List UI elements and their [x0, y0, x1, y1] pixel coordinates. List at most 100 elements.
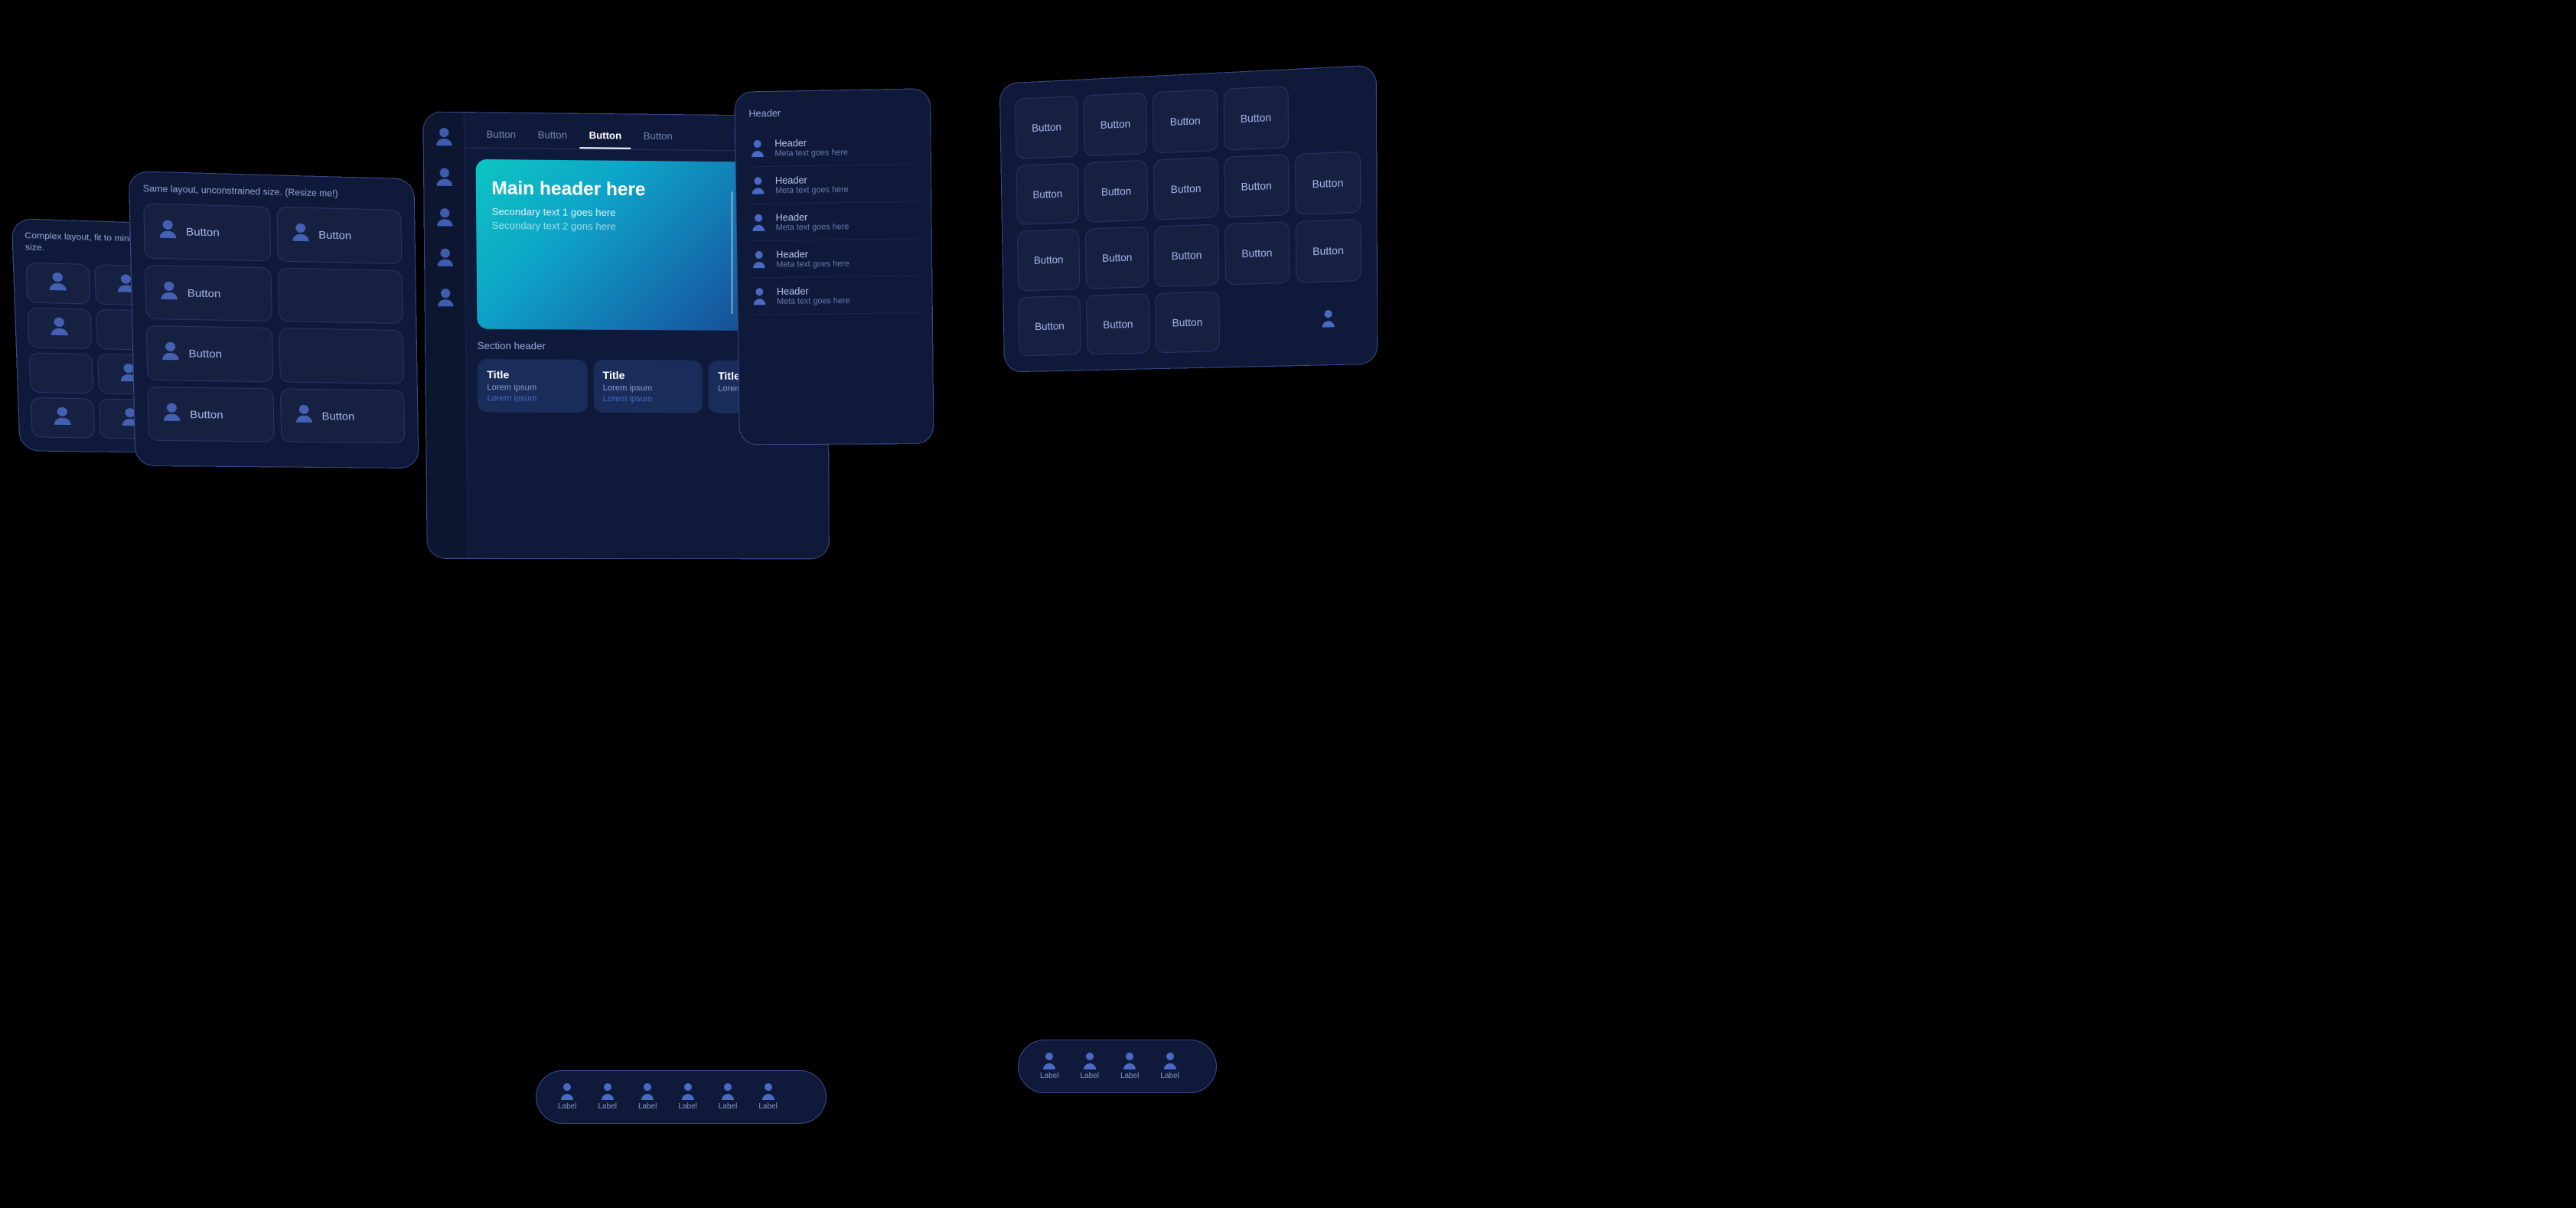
tab-3[interactable]: Button — [579, 125, 631, 149]
nav-right-item-1[interactable]: Label — [1032, 1048, 1066, 1085]
cell-1-1[interactable] — [26, 262, 90, 304]
btn-cell-14[interactable]: Button — [1296, 219, 1361, 282]
btn-cell-empty-1 — [1294, 82, 1361, 147]
cell-2-3[interactable]: Button — [145, 264, 272, 322]
nav-icon-6 — [760, 1083, 777, 1100]
nav-item-2[interactable]: Label — [590, 1079, 624, 1115]
nav-bar-right: Label Label Label Label — [1018, 1040, 1217, 1093]
btn-cell-5[interactable]: Button — [1016, 162, 1080, 225]
cell-1-7[interactable] — [31, 397, 95, 439]
nav-label-1: Label — [558, 1102, 576, 1111]
nav-right-item-2[interactable]: Label — [1072, 1048, 1106, 1085]
tab-1[interactable]: Button — [477, 123, 525, 148]
nav-right-label-3: Label — [1120, 1072, 1139, 1080]
nav-item-4[interactable]: Label — [670, 1079, 704, 1115]
button-label: Button — [1241, 179, 1271, 193]
mini-card-2-title: Title — [602, 369, 693, 382]
list-item-5[interactable]: Header Meta text goes here — [751, 276, 918, 315]
btn-cell-7[interactable]: Button — [1153, 157, 1218, 220]
list-item-3-texts: Header Meta text goes here — [775, 211, 849, 232]
list-item-1[interactable]: Header Meta text goes here — [749, 127, 917, 167]
nav-right-icon-3 — [1121, 1053, 1138, 1069]
person-icon — [46, 272, 70, 294]
nav-right-icon-2 — [1081, 1053, 1098, 1069]
sidebar-icon-2[interactable] — [433, 168, 455, 190]
list-item-3-meta: Meta text goes here — [776, 222, 849, 232]
nav-label-3: Label — [638, 1102, 657, 1111]
cell-2-5[interactable]: Button — [146, 325, 274, 382]
cell-2-2[interactable]: Button — [276, 207, 402, 264]
list-icon-1 — [749, 139, 766, 157]
btn-cell-2[interactable]: Button — [1084, 93, 1148, 156]
cell-2-6[interactable] — [279, 328, 404, 384]
cell-2-1[interactable]: Button — [143, 203, 271, 260]
cell-2-7[interactable]: Button — [147, 387, 274, 442]
btn-cell-13[interactable]: Button — [1224, 221, 1290, 284]
nav-right-item-3[interactable]: Label — [1113, 1048, 1146, 1085]
btn-cell-1[interactable]: Button — [1015, 96, 1078, 159]
person-icon — [47, 317, 72, 339]
sidebar-icon-3[interactable] — [433, 208, 455, 230]
tab-2[interactable]: Button — [528, 124, 576, 149]
sidebar-icon-1[interactable] — [432, 128, 455, 150]
btn-cell-empty-2 — [1225, 289, 1290, 351]
cell-2-8[interactable]: Button — [280, 388, 405, 443]
list-item-4-texts: Header Meta text goes here — [776, 248, 849, 269]
cell-2-4[interactable] — [278, 267, 403, 324]
list-item-5-meta: Meta text goes here — [777, 296, 850, 306]
nav-item-5[interactable]: Label — [711, 1079, 745, 1115]
cell-1-3[interactable] — [28, 307, 92, 348]
mini-card-1[interactable]: Title Lorem ipsum Lorem ipsum — [478, 359, 588, 413]
btn-cell-3[interactable]: Button — [1153, 89, 1218, 153]
person-icon — [158, 342, 182, 364]
button-label: Button — [1035, 319, 1065, 332]
button-label: Button — [318, 229, 351, 242]
nav-label-4: Label — [678, 1102, 696, 1111]
list-icon-5 — [752, 288, 768, 305]
nav-icon-4 — [680, 1083, 696, 1100]
nav-label-6: Label — [758, 1102, 777, 1111]
sidebar — [423, 113, 468, 558]
nav-right-item-4[interactable]: Label — [1153, 1048, 1186, 1085]
nav-right-icon-4 — [1162, 1053, 1179, 1069]
list-item-4-meta: Meta text goes here — [776, 260, 849, 269]
nav-right-label-4: Label — [1160, 1072, 1179, 1080]
list-item-2-meta: Meta text goes here — [775, 185, 849, 195]
card2-label: Same layout, unconstrained size. (Resize… — [143, 184, 401, 201]
list-item-2[interactable]: Header Meta text goes here — [749, 165, 917, 204]
btn-cell-8[interactable]: Button — [1224, 154, 1289, 217]
mini-card-1-title: Title — [487, 368, 578, 381]
button-label: Button — [321, 410, 354, 422]
mini-card-2-lorem1: Lorem ipsum — [603, 384, 693, 393]
btn-cell-6[interactable]: Button — [1084, 159, 1149, 222]
nav-icon-2 — [599, 1083, 616, 1100]
nav-item-3[interactable]: Label — [631, 1079, 664, 1115]
cell-1-5[interactable] — [29, 352, 93, 393]
button-label: Button — [1170, 114, 1201, 128]
list-item-1-meta: Meta text goes here — [774, 148, 848, 158]
sidebar-icon-4[interactable] — [434, 249, 456, 270]
btn-cell-16[interactable]: Button — [1086, 293, 1149, 355]
nav-item-1[interactable]: Label — [550, 1079, 584, 1115]
list-item-2-texts: Header Meta text goes here — [775, 174, 849, 196]
list-item-1-header: Header — [774, 136, 848, 149]
card4-header: Header — [748, 105, 916, 119]
button-label: Button — [1032, 187, 1062, 201]
nav-item-6[interactable]: Label — [751, 1079, 784, 1115]
mini-card-1-lorem1: Lorem ipsum — [487, 383, 578, 393]
sidebar-icon-5[interactable] — [434, 289, 456, 310]
btn-cell-4[interactable]: Button — [1223, 86, 1289, 150]
list-item-4[interactable]: Header Meta text goes here — [751, 239, 918, 278]
list-icon-2 — [750, 177, 767, 194]
btn-cell-15[interactable]: Button — [1018, 295, 1081, 356]
btn-cell-10[interactable]: Button — [1017, 229, 1081, 291]
btn-cell-9[interactable]: Button — [1295, 151, 1361, 215]
btn-cell-12[interactable]: Button — [1154, 224, 1218, 287]
list-item-1-texts: Header Meta text goes here — [774, 136, 848, 158]
mini-card-2[interactable]: Title Lorem ipsum Lorem ipsum — [593, 360, 703, 413]
btn-cell-11[interactable]: Button — [1085, 227, 1149, 289]
btn-cell-17[interactable]: Button — [1155, 291, 1219, 353]
person-icon — [289, 224, 312, 246]
tab-4[interactable]: Button — [634, 126, 682, 150]
list-item-3[interactable]: Header Meta text goes here — [750, 202, 918, 241]
